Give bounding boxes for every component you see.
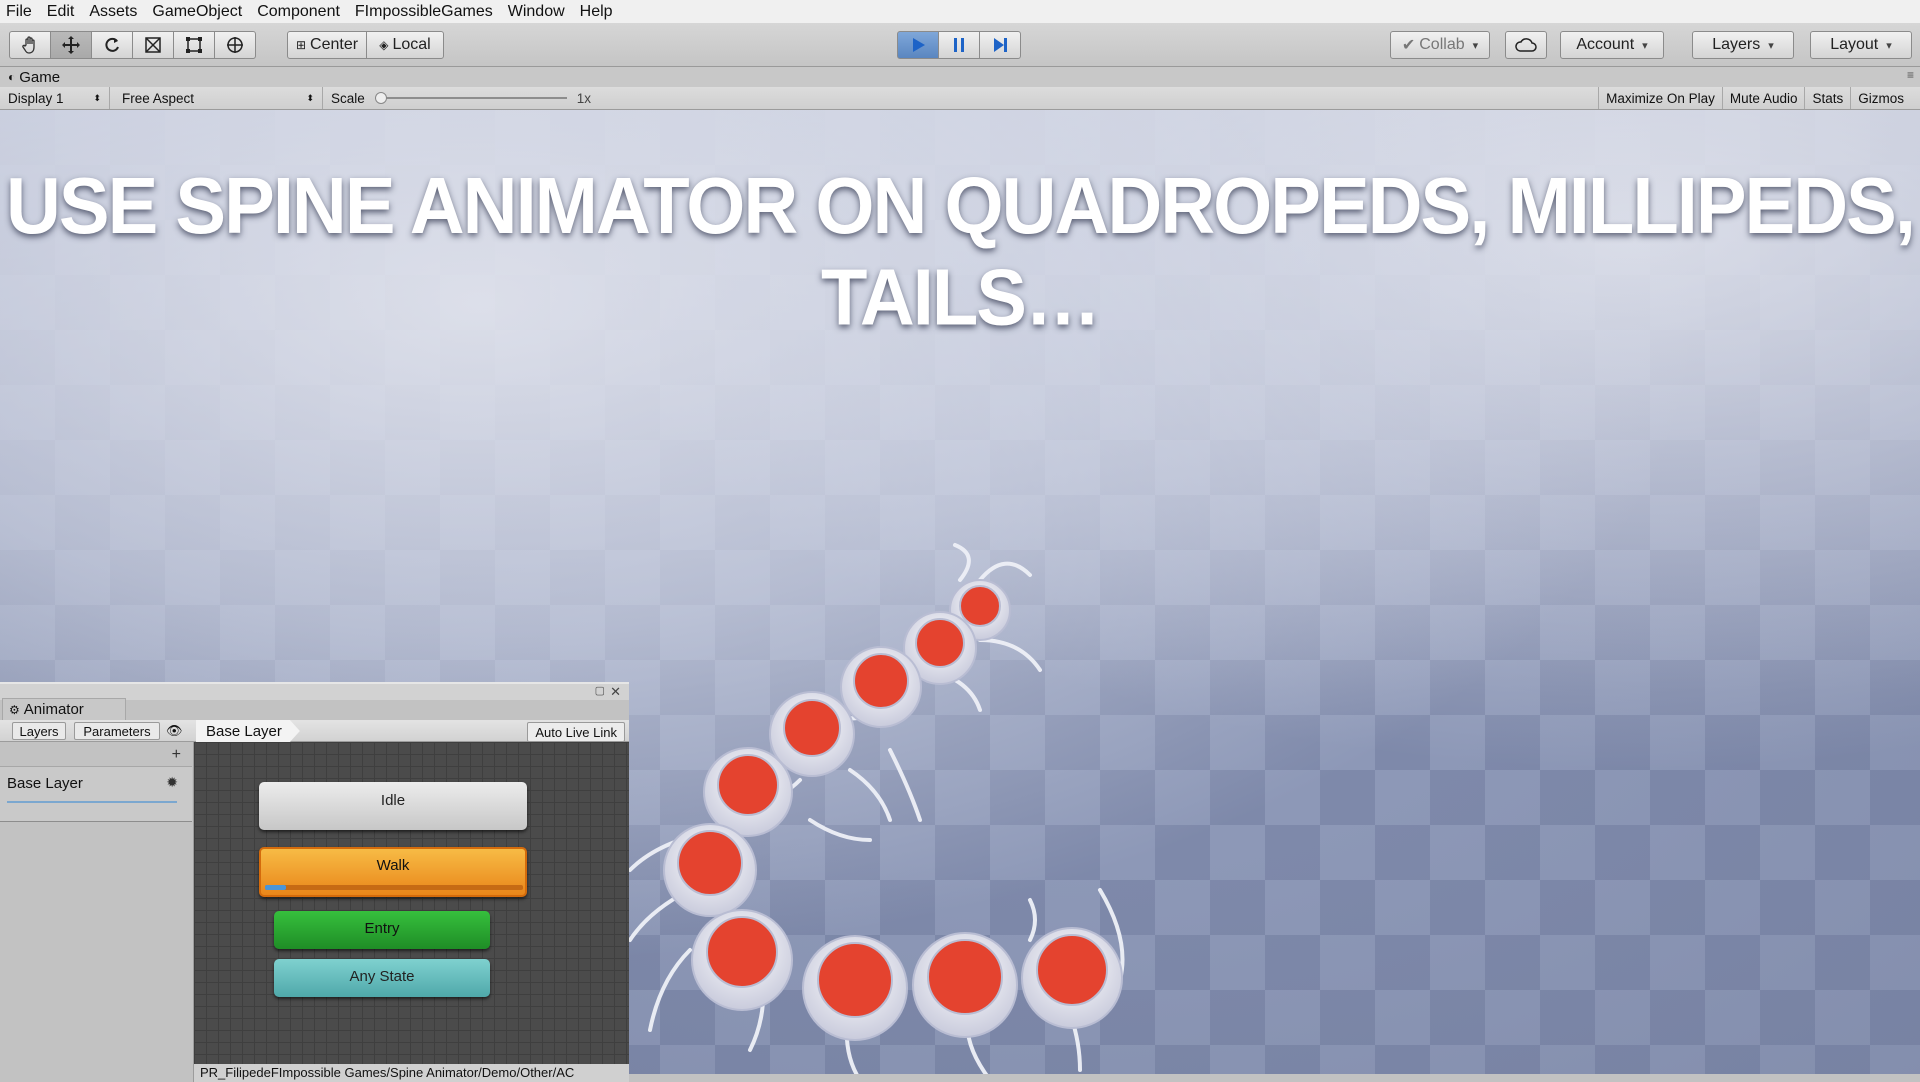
rect-tool-icon [186,37,202,53]
walk-progress-fill [265,885,286,890]
updown-icon: ⬍ [306,92,314,103]
check-icon: ✔ [1401,37,1416,54]
scale-slider-thumb[interactable] [374,92,387,104]
updown-icon: ⬍ [93,92,101,103]
menu-edit[interactable]: Edit [41,0,84,23]
layer-weight-bar [7,801,177,803]
cube-icon: ◈ [379,38,389,52]
breadcrumb[interactable]: Base Layer [196,720,300,742]
menu-file[interactable]: File [0,0,41,23]
scale-slider[interactable] [374,92,567,104]
state-idle[interactable]: Idle [259,782,527,830]
scale-control: Scale 1x [331,90,592,106]
pause-button[interactable] [938,31,980,59]
gear-icon[interactable]: ✹ [166,774,178,791]
move-tool-icon [62,36,80,54]
pause-icon [954,38,964,52]
pivot-toggles: ⊞ Center ◈ Local [287,31,444,59]
menu-window[interactable]: Window [502,0,574,23]
menu-fimpossiblegames[interactable]: FImpossibleGames [349,0,502,23]
step-icon [994,38,1007,52]
transform-tool-button[interactable] [214,31,256,59]
state-entry[interactable]: Entry [274,911,490,949]
game-view-toggles: Maximize On Play Mute Audio Stats Gizmos [1598,87,1920,109]
hand-tool-button[interactable] [9,31,51,59]
controller-path: PR_FilipedeFImpossible Games/Spine Anima… [194,1064,629,1082]
step-button[interactable] [979,31,1021,59]
state-walk[interactable]: Walk [259,847,527,897]
display-select[interactable]: Display 1 ⬍ [0,87,110,109]
move-tool-button[interactable] [50,31,92,59]
menu-help[interactable]: Help [574,0,622,23]
close-icon[interactable]: ✕ [610,684,621,700]
menu-assets[interactable]: Assets [83,0,146,23]
game-view-toolbar: Display 1 ⬍ Free Aspect ⬍ Scale 1x Maxim… [0,87,1920,110]
eye-icon[interactable]: 👁 [166,723,183,739]
pivot-icon: ⊞ [295,38,307,52]
layers-dropdown[interactable]: Layers [1692,31,1794,59]
millipede-creature [628,543,1125,1080]
menu-gameobject[interactable]: GameObject [146,0,251,23]
play-controls [897,31,1021,59]
scale-tool-button[interactable] [132,31,174,59]
scale-tool-icon [145,37,161,53]
layers-panel: + Base Layer ✹ [0,742,194,1082]
rotate-tool-button[interactable] [91,31,133,59]
stats-toggle[interactable]: Stats [1804,87,1850,109]
rotate-tool-icon [105,37,119,52]
pivot-center-button[interactable]: ⊞ Center [287,31,367,59]
transform-tools [9,31,256,59]
aspect-select[interactable]: Free Aspect ⬍ [110,87,323,109]
play-button[interactable] [897,31,939,59]
hand-tool-icon [22,36,35,54]
mute-audio-toggle[interactable]: Mute Audio [1721,87,1805,109]
layer-name: Base Layer [7,775,83,792]
pacman-icon: ◐ [8,70,16,84]
state-any[interactable]: Any State [274,959,490,997]
bottom-strip [629,1074,1920,1080]
menu-component[interactable]: Component [251,0,349,23]
tab-animator[interactable]: ⚙ Animator [2,698,126,720]
account-dropdown[interactable]: Account [1560,31,1664,59]
state-graph[interactable]: Idle Walk Entry Any State [194,742,629,1082]
game-headline: USE SPINE ANIMATOR ON QUADROPEDS, MILLIP… [6,161,1916,343]
collab-dropdown[interactable]: ✔ Collab [1390,31,1490,59]
tab-parameters[interactable]: Parameters [74,722,160,740]
tab-layers[interactable]: Layers [12,722,66,740]
tab-game[interactable]: ◐ Game [0,69,60,86]
transform-tool-icon [227,37,243,53]
maximize-on-play-toggle[interactable]: Maximize On Play [1598,87,1722,109]
gizmos-dropdown[interactable]: Gizmos [1850,87,1920,109]
lock-icon[interactable]: ▢ [595,684,605,697]
play-icon [913,38,925,52]
animator-icon: ⚙ [9,702,20,717]
layer-item[interactable]: Base Layer ✹ [0,766,192,822]
main-toolbar: ⊞ Center ◈ Local ✔ Collab Account Layers… [0,23,1920,67]
game-tab-bar: ◐ Game ≡ [0,67,1920,87]
cloud-icon [1515,38,1537,52]
menu-bar: File Edit Assets GameObject Component FI… [0,0,1920,23]
pivot-local-button[interactable]: ◈ Local [366,31,444,59]
rect-tool-button[interactable] [173,31,215,59]
animator-subtoolbar: Layers Parameters 👁 Base Layer Auto Live… [0,720,629,742]
walk-progress-bar [265,885,523,890]
scale-slider-track [374,97,567,99]
add-layer-icon[interactable]: + [172,746,181,764]
animator-window: ▢ ✕ ⚙ Animator Layers Parameters 👁 Base … [0,682,629,1082]
layout-dropdown[interactable]: Layout [1810,31,1912,59]
auto-live-link-toggle[interactable]: Auto Live Link [527,722,625,742]
tab-menu-icon[interactable]: ≡ [1907,68,1914,82]
cloud-button[interactable] [1505,31,1547,59]
